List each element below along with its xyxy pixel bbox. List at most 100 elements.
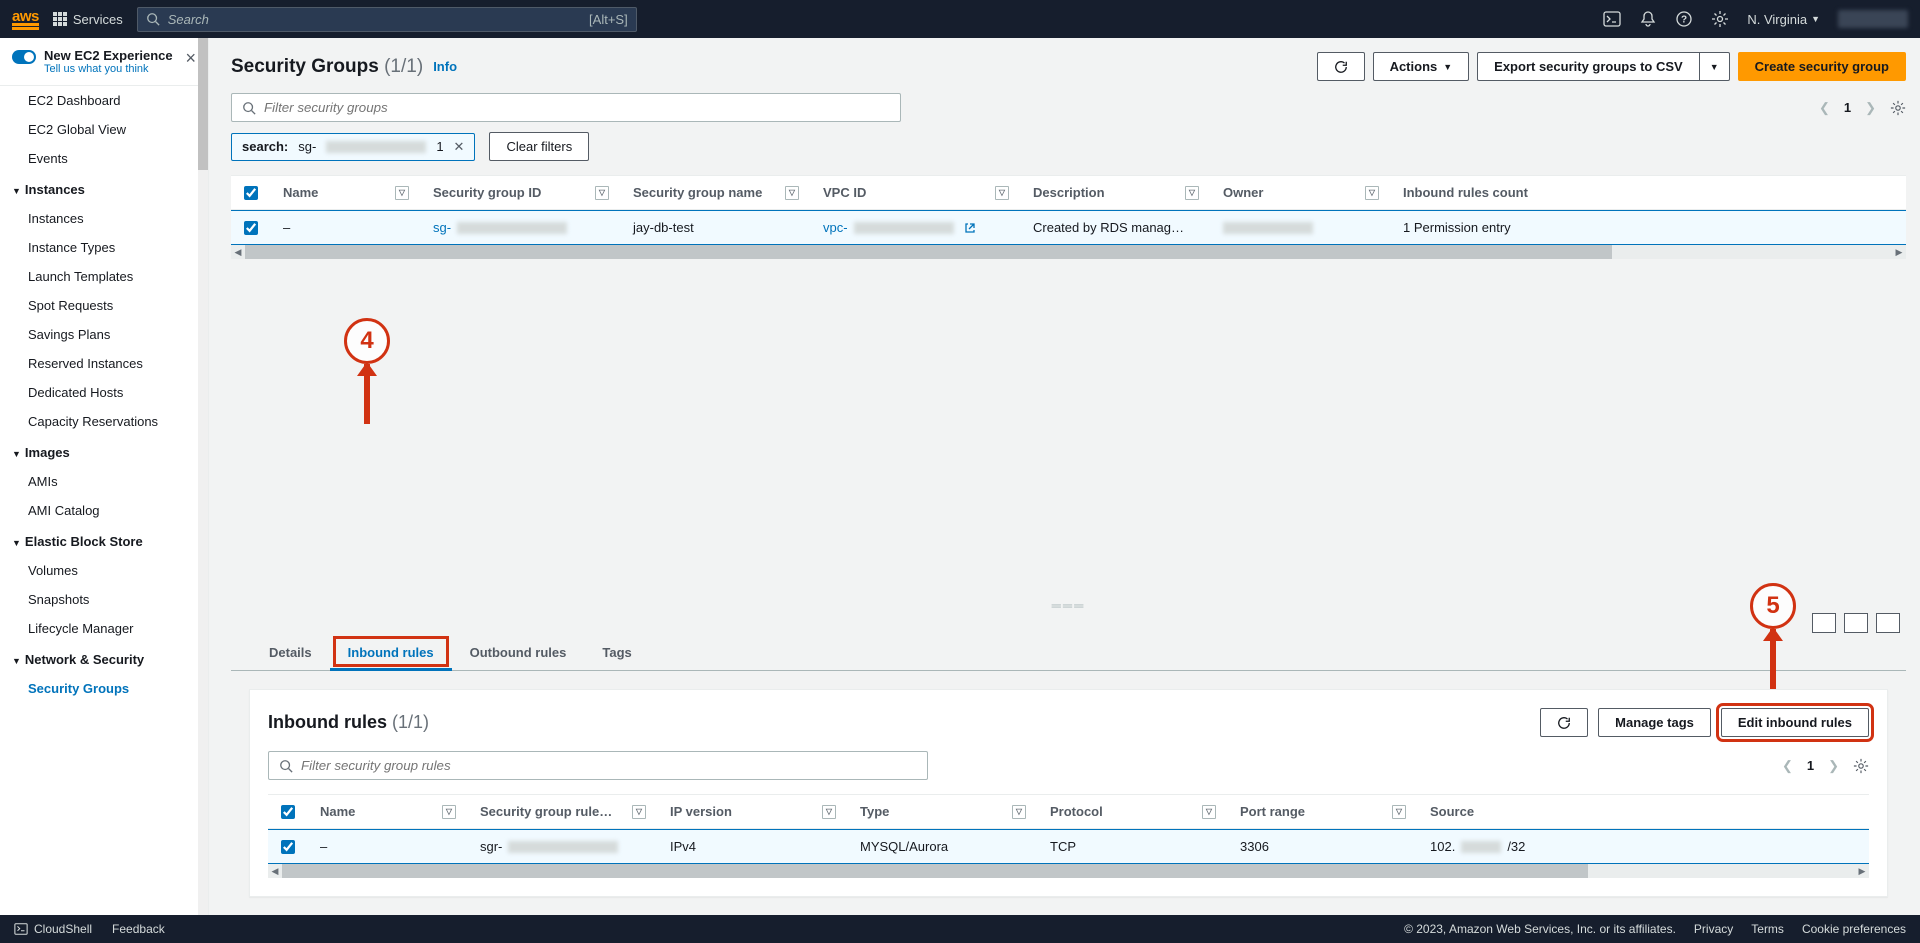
rules-filter-field[interactable] (301, 758, 917, 773)
cookie-link[interactable]: Cookie preferences (1802, 922, 1906, 936)
rcol-type[interactable]: Type▽ (848, 795, 1038, 828)
page-next[interactable]: ❯ (1861, 96, 1880, 120)
cloudshell-icon[interactable] (1603, 10, 1621, 28)
sidebar-item-instance-types[interactable]: Instance Types (0, 233, 208, 262)
sidebar-item-snapshots[interactable]: Snapshots (0, 585, 208, 614)
col-inbound[interactable]: Inbound rules count (1391, 176, 1541, 209)
sidebar-section-images[interactable]: Images (0, 436, 208, 467)
cell-sgid[interactable]: sg- (421, 211, 621, 244)
sidebar-section-ebs[interactable]: Elastic Block Store (0, 525, 208, 556)
refresh-rules-button[interactable] (1540, 708, 1588, 737)
info-link[interactable]: Info (433, 59, 457, 74)
filter-chip: search: sg- 1 ✕ (231, 133, 475, 161)
settings-icon[interactable] (1711, 10, 1729, 28)
sidebar-item-volumes[interactable]: Volumes (0, 556, 208, 585)
actions-button[interactable]: Actions▼ (1373, 52, 1470, 81)
row-checkbox[interactable] (244, 221, 258, 235)
aws-logo[interactable]: aws (12, 8, 39, 30)
filter-field[interactable] (264, 100, 890, 115)
sidebar-item-savings-plans[interactable]: Savings Plans (0, 320, 208, 349)
sidebar-item-capacity-reservations[interactable]: Capacity Reservations (0, 407, 208, 436)
rules-table-settings[interactable] (1853, 758, 1869, 774)
rules-select-all[interactable] (281, 805, 295, 819)
refresh-button[interactable] (1317, 52, 1365, 81)
rule-checkbox[interactable] (281, 840, 295, 854)
panel-view-full[interactable] (1844, 613, 1868, 633)
tab-outbound-rules[interactable]: Outbound rules (452, 633, 585, 670)
rcell-ipv: IPv4 (658, 830, 848, 863)
export-dropdown-button[interactable]: ▼ (1700, 52, 1730, 81)
col-name[interactable]: Name▽ (271, 176, 421, 209)
sidebar-item-lifecycle-manager[interactable]: Lifecycle Manager (0, 614, 208, 643)
col-sgid[interactable]: Security group ID▽ (421, 176, 621, 209)
panel-view-hide[interactable] (1876, 613, 1900, 633)
copyright: © 2023, Amazon Web Services, Inc. or its… (1404, 922, 1676, 936)
sidebar-scrollbar[interactable] (198, 38, 208, 915)
col-sgname[interactable]: Security group name▽ (621, 176, 811, 209)
page-title: Security Groups (231, 56, 379, 77)
rcol-ipv[interactable]: IP version▽ (658, 795, 848, 828)
sidebar-item-amis[interactable]: AMIs (0, 467, 208, 496)
rules-page-next[interactable]: ❯ (1824, 754, 1843, 778)
panel-view-split[interactable] (1812, 613, 1836, 633)
table-settings-button[interactable] (1890, 100, 1906, 116)
privacy-link[interactable]: Privacy (1694, 922, 1733, 936)
sidebar-item-spot-requests[interactable]: Spot Requests (0, 291, 208, 320)
horizontal-scrollbar[interactable]: ◀▶ (231, 245, 1906, 259)
sidebar-item-security-groups[interactable]: Security Groups (0, 674, 208, 703)
rules-page-prev[interactable]: ❮ (1778, 754, 1797, 778)
clear-filters-button[interactable]: Clear filters (489, 132, 589, 161)
rules-horizontal-scrollbar[interactable]: ◀▶ (268, 864, 1869, 878)
rules-filter-input[interactable] (268, 751, 928, 780)
feedback-link[interactable]: Feedback (112, 922, 165, 936)
sidebar-section-network-security[interactable]: Network & Security (0, 643, 208, 674)
col-vpc[interactable]: VPC ID▽ (811, 176, 1021, 209)
notifications-icon[interactable] (1639, 10, 1657, 28)
chip-close-icon[interactable]: ✕ (454, 139, 465, 155)
tab-inbound-rules[interactable]: Inbound rules (330, 633, 452, 670)
new-experience-feedback-link[interactable]: Tell us what you think (44, 63, 173, 75)
filter-input[interactable] (231, 93, 901, 122)
sidebar-item-reserved-instances[interactable]: Reserved Instances (0, 349, 208, 378)
close-icon[interactable]: × (185, 48, 196, 69)
account-menu[interactable] (1838, 10, 1908, 28)
table-row[interactable]: – sg- jay-db-test vpc- Created by RDS ma… (231, 210, 1906, 245)
rcell-ruleid: sgr- (468, 830, 658, 863)
cell-vpc[interactable]: vpc- (811, 211, 1021, 244)
main-content: Security Groups (1/1) Info Actions▼ Expo… (209, 38, 1920, 915)
manage-tags-button[interactable]: Manage tags (1598, 708, 1711, 737)
rule-row[interactable]: – sgr- IPv4 MYSQL/Aurora TCP 3306 102./3… (268, 829, 1869, 864)
sidebar-section-instances[interactable]: Instances (0, 173, 208, 204)
page-prev[interactable]: ❮ (1815, 96, 1834, 120)
global-search[interactable]: Search [Alt+S] (137, 7, 637, 32)
panel-resize-handle[interactable]: ═══ (231, 597, 1906, 613)
rcol-src[interactable]: Source (1418, 795, 1548, 828)
sidebar-item-dedicated-hosts[interactable]: Dedicated Hosts (0, 378, 208, 407)
sidebar-item-events[interactable]: Events (0, 144, 208, 173)
region-selector[interactable]: N. Virginia▼ (1747, 12, 1820, 27)
services-menu[interactable]: Services (53, 12, 123, 27)
security-groups-table: Name▽ Security group ID▽ Security group … (231, 175, 1906, 259)
sidebar-item-ami-catalog[interactable]: AMI Catalog (0, 496, 208, 525)
tab-details[interactable]: Details (251, 633, 330, 670)
col-owner[interactable]: Owner▽ (1211, 176, 1391, 209)
sidebar-item-ec2-global-view[interactable]: EC2 Global View (0, 115, 208, 144)
new-experience-toggle[interactable] (12, 50, 36, 64)
rcol-proto[interactable]: Protocol▽ (1038, 795, 1228, 828)
sidebar-item-ec2-dashboard[interactable]: EC2 Dashboard (0, 86, 208, 115)
sidebar-item-launch-templates[interactable]: Launch Templates (0, 262, 208, 291)
rcol-name[interactable]: Name▽ (308, 795, 468, 828)
export-button[interactable]: Export security groups to CSV (1477, 52, 1700, 81)
tab-tags[interactable]: Tags (584, 633, 649, 670)
edit-inbound-rules-button[interactable]: Edit inbound rules (1721, 708, 1869, 737)
sidebar-item-instances[interactable]: Instances (0, 204, 208, 233)
rcol-port[interactable]: Port range▽ (1228, 795, 1418, 828)
col-desc[interactable]: Description▽ (1021, 176, 1211, 209)
rcell-type: MYSQL/Aurora (848, 830, 1038, 863)
help-icon[interactable]: ? (1675, 10, 1693, 28)
select-all-checkbox[interactable] (244, 186, 258, 200)
terms-link[interactable]: Terms (1751, 922, 1784, 936)
rcol-ruleid[interactable]: Security group rule…▽ (468, 795, 658, 828)
create-security-group-button[interactable]: Create security group (1738, 52, 1906, 81)
cloudshell-button[interactable]: CloudShell (14, 922, 92, 936)
